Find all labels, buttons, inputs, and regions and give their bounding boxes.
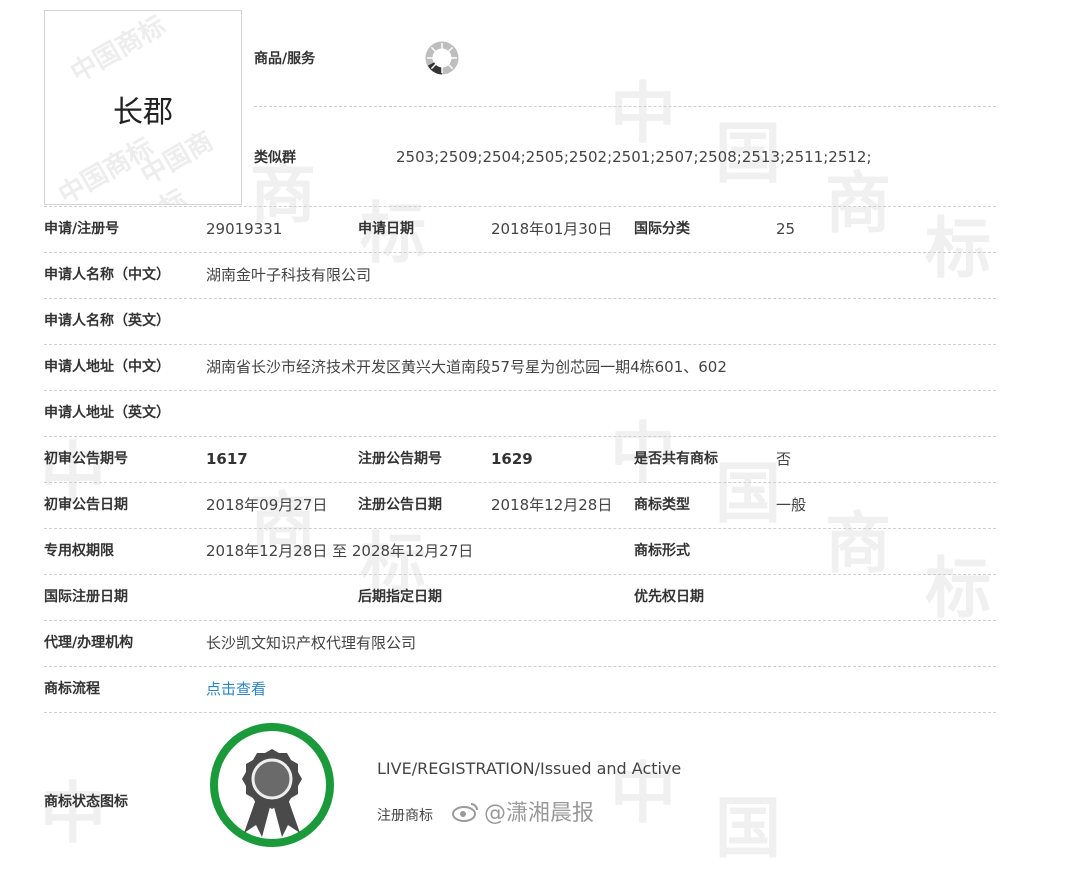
field-label: 国际注册日期 [44, 589, 128, 605]
field-label: 申请人地址（英文） [44, 405, 170, 421]
trademark-name: 长郡 [113, 95, 173, 130]
detail-row-process: 商标流程 点击查看 [44, 667, 996, 713]
exclusive-right-period: 2018年12月28日 至 2028年12月27日 [206, 542, 474, 560]
weibo-text: @潇湘晨报 [484, 801, 595, 826]
trademark-detail-panel: 中国商标 中国商标 中国商标 长郡 商品/服务 类似群 2503;2509;25… [44, 0, 996, 853]
field-label: 代理/办理机构 [44, 635, 134, 651]
goods-row: 商品/服务 [254, 10, 996, 107]
shared-trademark-value: 否 [776, 450, 792, 468]
field-label: 是否共有商标 [634, 451, 718, 467]
detail-row-gazette-number: 初审公告期号 1617 注册公告期号 1629 是否共有商标 否 [44, 437, 996, 483]
weibo-icon [452, 803, 478, 822]
detail-row-applicant-en: 申请人名称（英文） [44, 299, 996, 345]
similar-group-value: 2503;2509;2504;2505;2502;2501;2507;2508;… [396, 147, 872, 166]
view-process-link[interactable]: 点击查看 [206, 667, 266, 712]
field-label: 商标流程 [44, 681, 100, 697]
preliminary-gazette-number: 1617 [206, 450, 248, 468]
registration-gazette-date: 2018年12月28日 [491, 496, 613, 514]
application-date: 2018年01月30日 [491, 220, 613, 238]
detail-row-applicant-cn: 申请人名称（中文） 湖南金叶子科技有限公司 [44, 253, 996, 299]
field-label: 后期指定日期 [358, 589, 442, 605]
applicant-name-cn: 湖南金叶子科技有限公司 [206, 266, 372, 284]
field-label: 商标类型 [634, 497, 690, 513]
detail-row-address-en: 申请人地址（英文） [44, 391, 996, 437]
similar-group-row: 类似群 2503;2509;2504;2505;2502;2501;2507;2… [254, 107, 996, 206]
loading-spinner-icon [425, 41, 459, 75]
trademark-image: 中国商标 中国商标 中国商标 长郡 [44, 10, 242, 205]
detail-row-address-cn: 申请人地址（中文） 湖南省长沙市经济技术开发区黄兴大道南段57号星为创芯园一期4… [44, 345, 996, 391]
goods-label: 商品/服务 [254, 51, 316, 67]
registration-number: 29019331 [206, 220, 283, 238]
trademark-type-value: 一般 [776, 496, 807, 514]
preliminary-gazette-date: 2018年09月27日 [206, 496, 328, 514]
field-label: 申请人名称（中文） [44, 267, 170, 283]
detail-row-gazette-date: 初审公告日期 2018年09月27日 注册公告日期 2018年12月28日 商标… [44, 483, 996, 529]
field-label: 申请人地址（中文） [44, 359, 170, 375]
detail-row-agency: 代理/办理机构 长沙凯文知识产权代理有限公司 [44, 621, 996, 667]
status-chinese: 注册商标 [377, 808, 433, 824]
field-label: 商标形式 [634, 543, 690, 559]
detail-row-exclusive-period: 专用权期限 2018年12月28日 至 2028年12月27日 商标形式 [44, 529, 996, 575]
status-section: 商标状态图标 LIVE/REGISTRATION/Issued and Acti… [44, 713, 996, 853]
registration-gazette-number: 1629 [491, 450, 533, 468]
field-label: 优先权日期 [634, 589, 704, 605]
status-label: 商标状态图标 [44, 794, 128, 810]
field-label: 申请人名称（英文） [44, 313, 170, 329]
applicant-address-cn: 湖南省长沙市经济技术开发区黄兴大道南段57号星为创芯园一期4栋601、602 [206, 358, 727, 376]
field-label: 申请/注册号 [44, 221, 120, 237]
international-class: 25 [776, 220, 796, 238]
detail-row-international: 国际注册日期 后期指定日期 优先权日期 [44, 575, 996, 621]
field-label: 注册公告日期 [358, 497, 442, 513]
status-english: LIVE/REGISTRATION/Issued and Active [377, 759, 682, 778]
field-label: 初审公告期号 [44, 451, 128, 467]
field-label: 专用权期限 [44, 543, 114, 559]
detail-rows: 申请/注册号 29019331 申请日期 2018年01月30日 国际分类 25… [44, 207, 996, 713]
detail-row-registration: 申请/注册号 29019331 申请日期 2018年01月30日 国际分类 25 [44, 207, 996, 253]
field-label: 申请日期 [358, 221, 414, 237]
field-label: 初审公告日期 [44, 497, 128, 513]
trademark-header: 中国商标 中国商标 中国商标 长郡 商品/服务 类似群 2503;2509;25… [44, 0, 996, 207]
field-label: 注册公告期号 [358, 451, 442, 467]
field-label: 国际分类 [634, 221, 690, 237]
similar-group-label: 类似群 [254, 149, 296, 166]
weibo-watermark: @潇湘晨报 [452, 795, 594, 827]
logo-watermark: 中国商标 [65, 10, 171, 89]
registered-award-icon [210, 723, 334, 847]
agency-name: 长沙凯文知识产权代理有限公司 [206, 634, 417, 652]
